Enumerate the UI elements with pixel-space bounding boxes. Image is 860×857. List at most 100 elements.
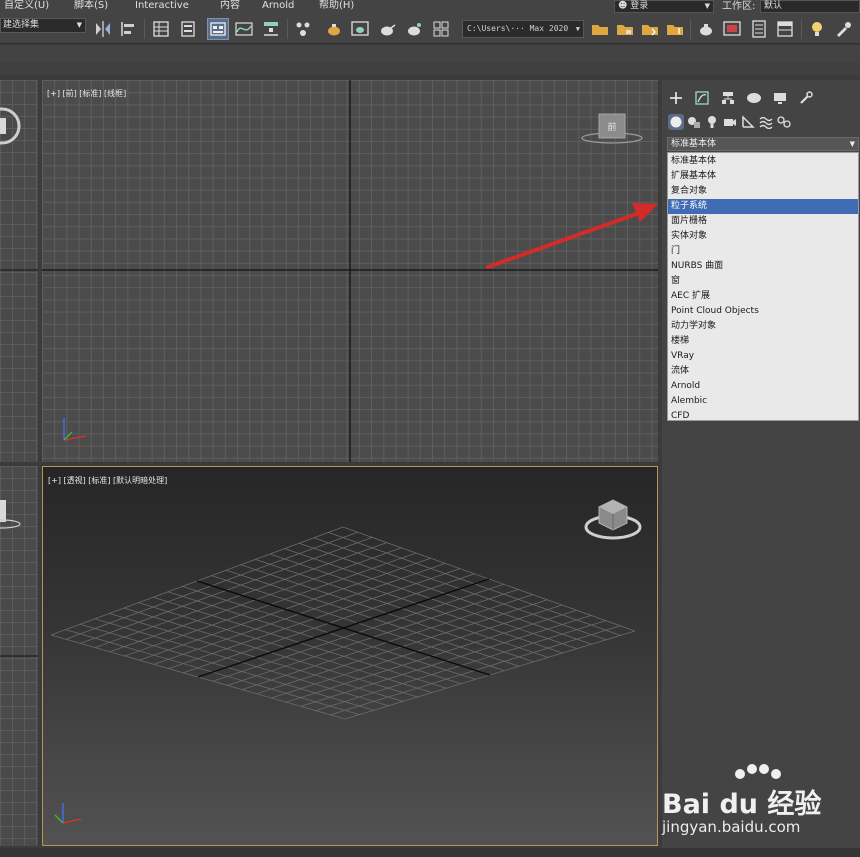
category-cameras[interactable] <box>722 114 738 130</box>
option-windows[interactable]: 窗 <box>668 274 858 289</box>
arnold-settings-button[interactable] <box>748 18 770 40</box>
menu-arnold[interactable]: Arnold <box>262 0 294 14</box>
arnold-log-button[interactable] <box>774 18 796 40</box>
light-icon <box>708 116 716 128</box>
layer-explorer-button[interactable] <box>177 18 199 40</box>
arnold-light-button[interactable] <box>806 18 828 40</box>
folder-icon <box>592 25 608 35</box>
menu-content[interactable]: 内容 <box>220 0 240 14</box>
option-aec-extended[interactable]: AEC 扩展 <box>668 289 858 304</box>
watermark-url: jingyan.baidu.com <box>662 818 801 836</box>
folder-icon <box>667 25 683 35</box>
option-vray[interactable]: VRay <box>668 349 858 364</box>
viewport-top[interactable] <box>0 80 38 462</box>
plus-icon <box>670 92 682 104</box>
option-point-cloud-objects[interactable]: Point Cloud Objects <box>668 304 858 319</box>
option-arnold[interactable]: Arnold <box>668 379 858 394</box>
arnold-tools-button[interactable] <box>832 18 854 40</box>
option-body-objects[interactable]: 实体对象 <box>668 229 858 244</box>
option-nurbs-surfaces[interactable]: NURBS 曲面 <box>668 259 858 274</box>
option-cfd[interactable]: CFD <box>668 409 858 424</box>
perspective-grid <box>50 499 642 824</box>
project-folder-dropdown[interactable]: C:\Users\··· Max 2020 ▼ <box>462 20 584 38</box>
tab-create[interactable] <box>666 89 686 107</box>
tab-utilities[interactable] <box>796 89 816 107</box>
light-bulb-icon <box>812 22 822 36</box>
workspace-value: 默认 <box>764 1 783 11</box>
category-systems[interactable] <box>776 114 792 130</box>
render-production-button[interactable] <box>376 18 398 40</box>
rendered-frame-window-button[interactable] <box>349 18 371 40</box>
teapot-icon <box>408 23 421 36</box>
tab-motion[interactable] <box>744 89 764 107</box>
render-grid-button[interactable] <box>430 18 452 40</box>
viewcube-icon[interactable] <box>584 499 642 540</box>
option-alembic[interactable]: Alembic <box>668 394 858 409</box>
arnold-renderview-button[interactable] <box>721 18 743 40</box>
option-compound-objects[interactable]: 复合对象 <box>668 184 858 199</box>
tab-hierarchy[interactable] <box>718 89 738 107</box>
folder-icon <box>617 25 633 35</box>
schematic-view-button[interactable] <box>260 18 282 40</box>
material-editor-button[interactable] <box>292 18 314 40</box>
axis-tripod-icon <box>54 803 82 824</box>
object-type-selected: 标准基本体 <box>671 139 717 149</box>
option-stairs[interactable]: 楼梯 <box>668 334 858 349</box>
frame-window-icon <box>351 21 369 36</box>
category-geometry[interactable] <box>668 114 684 130</box>
toolbar-separator <box>690 19 691 39</box>
open-file-button[interactable] <box>614 18 636 40</box>
object-type-dropdown[interactable]: 标准基本体 ▼ <box>667 137 859 151</box>
viewport-left[interactable] <box>0 466 38 846</box>
modify-icon <box>695 91 709 105</box>
status-bar <box>0 848 860 857</box>
option-fluids[interactable]: 流体 <box>668 364 858 379</box>
tab-modify[interactable] <box>692 89 712 107</box>
render-setup-button[interactable] <box>323 18 345 40</box>
systems-icon <box>777 116 791 128</box>
mirror-button[interactable] <box>92 18 114 40</box>
category-helpers[interactable] <box>740 114 756 130</box>
set-project-button[interactable] <box>589 18 611 40</box>
align-button[interactable] <box>117 18 139 40</box>
camera-icon <box>724 119 736 126</box>
menu-customize[interactable]: 自定义(U) <box>4 0 49 14</box>
option-standard-primitives[interactable]: 标准基本体 <box>668 154 858 169</box>
import-file-button[interactable] <box>664 18 686 40</box>
login-dropdown[interactable]: ☻ 登录 ▼ <box>614 0 714 13</box>
helper-icon <box>742 115 755 128</box>
menu-scripting[interactable]: 脚本(S) <box>74 0 108 14</box>
workspace-dropdown[interactable]: 默认 <box>760 0 860 13</box>
main-toolbar: 建选择集 ▼ C:\Users\··· Max 2020 ▼ <box>0 14 860 44</box>
category-shapes[interactable] <box>686 114 702 130</box>
render-view-icon <box>723 21 741 36</box>
option-doors[interactable]: 门 <box>668 244 858 259</box>
curve-editor-button[interactable] <box>233 18 255 40</box>
option-dynamics-objects[interactable]: 动力学对象 <box>668 319 858 334</box>
teapot-icon <box>700 24 712 36</box>
watermark-brand: Bai du 经验 <box>662 789 822 820</box>
menu-help[interactable]: 帮助(H) <box>319 0 354 14</box>
viewport-perspective[interactable]: [+] [透视] [标准] [默认明暗处理] <box>42 466 658 846</box>
shapes-icon <box>688 117 700 128</box>
render-iterative-button[interactable] <box>403 18 425 40</box>
menu-interactive[interactable]: Interactive <box>135 0 189 14</box>
brush-icon <box>837 22 851 37</box>
option-particle-systems[interactable]: 粒子系统 <box>668 199 858 214</box>
option-patch-grids[interactable]: 面片栅格 <box>668 214 858 229</box>
hierarchy-icon <box>722 92 734 104</box>
arnold-render-button[interactable] <box>695 18 717 40</box>
scene-explorer-button[interactable] <box>150 18 172 40</box>
option-extended-primitives[interactable]: 扩展基本体 <box>668 169 858 184</box>
chevron-down-icon: ▼ <box>849 140 855 148</box>
category-space-warps[interactable] <box>758 114 774 130</box>
workspace-label: 工作区: <box>722 1 756 12</box>
toggle-ribbon-button[interactable] <box>207 18 229 40</box>
login-label: 登录 <box>630 1 649 11</box>
viewport-front[interactable]: [+] [前] [标准] [线框] 前 <box>42 80 658 462</box>
save-file-button[interactable] <box>639 18 661 40</box>
named-selection-set-dropdown[interactable]: 建选择集 ▼ <box>0 18 86 33</box>
category-lights[interactable] <box>704 114 720 130</box>
tab-display[interactable] <box>770 89 790 107</box>
align-icon <box>121 22 134 36</box>
